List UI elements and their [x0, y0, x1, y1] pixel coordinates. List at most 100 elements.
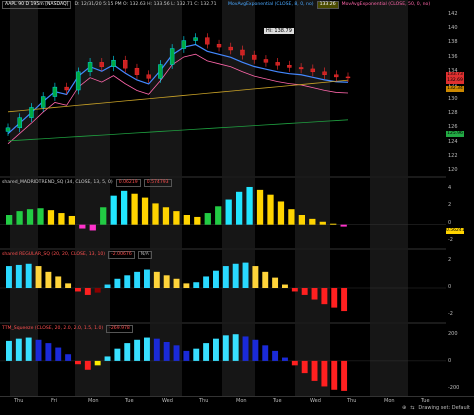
histogram-bar — [291, 288, 298, 292]
regular-sq-title[interactable]: shared REGULAR_SQ (20, 20, CLOSE, 13, 10… — [2, 252, 105, 258]
candle-body — [275, 62, 280, 66]
session-shade — [370, 250, 408, 322]
histogram-bar — [242, 336, 249, 361]
session-shade — [295, 0, 330, 176]
histogram-bar — [319, 221, 326, 225]
histogram-bar — [331, 288, 338, 308]
axis-tick-label: 0 — [448, 219, 452, 226]
candle-body — [345, 76, 351, 79]
histogram-bar — [282, 284, 288, 288]
histogram-bar — [330, 223, 337, 225]
histogram-bar — [75, 288, 81, 292]
price-badge: 125.96 — [446, 131, 464, 137]
histogram-bar — [246, 186, 253, 225]
candle-body — [29, 107, 34, 118]
histogram-bar — [25, 337, 32, 361]
price-pane: AAPL 90 D 195m [NASDAQ] D: 12/31/20 5:15… — [0, 0, 474, 176]
ma-slow-label[interactable]: MovAvgExponential (CLOSE, 50, 0, no) — [342, 2, 431, 8]
ttm-axis[interactable]: 200 0 -200 — [446, 324, 474, 396]
histogram-bar — [121, 190, 128, 225]
histogram-bar — [6, 215, 13, 225]
histogram-bar — [321, 288, 328, 305]
pan-icon[interactable]: ⇆ — [410, 405, 414, 411]
candle-body — [181, 40, 187, 49]
histogram-bar — [68, 215, 75, 225]
histogram-bar — [45, 343, 52, 361]
histogram-bar — [134, 271, 141, 288]
histogram-bar — [114, 278, 121, 288]
candle-body — [76, 71, 81, 91]
histogram-bar — [163, 275, 170, 288]
price-chart[interactable] — [0, 0, 446, 176]
histogram-bar — [203, 343, 210, 361]
histogram-bar — [203, 276, 210, 288]
axis-tick-label: 0 — [448, 358, 452, 364]
axis-tick-label: 2 — [448, 257, 452, 263]
histogram-bar — [288, 209, 295, 225]
zoom-icon[interactable]: ⊕ — [402, 405, 406, 411]
ttm-header: TTM_Squeeze (CLOSE, 20, 2.0, 2.0, 1.5, 1… — [2, 325, 133, 333]
candle-body — [111, 59, 116, 67]
time-axis-label: Wed — [310, 398, 321, 404]
histogram-bar — [124, 343, 131, 361]
histogram-bar — [183, 215, 190, 225]
histogram-bar — [232, 334, 239, 361]
histogram-bar — [298, 215, 305, 225]
candle-body — [52, 86, 58, 97]
histogram-bar — [58, 213, 65, 225]
histogram-bar — [282, 357, 288, 361]
ttm-chart[interactable] — [0, 324, 446, 396]
histogram-bar — [204, 213, 211, 225]
madrid-title[interactable]: shared_MADRIDTREND_SQ (34, CLOSE, 13, 5,… — [2, 180, 113, 186]
axis-tick-label: 120 — [448, 167, 458, 173]
regular-sq-value-2: N/A — [137, 251, 152, 259]
candle-body — [287, 65, 292, 68]
regular-sq-pane: shared REGULAR_SQ (20, 20, CLOSE, 13, 10… — [0, 250, 474, 322]
histogram-bar — [193, 282, 200, 288]
histogram-bar — [144, 337, 150, 361]
madrid-axis[interactable]: 4 2 0 -2 — [446, 178, 474, 248]
madrid-value-1: 0.06219 — [115, 179, 141, 187]
time-axis-label: Thu — [347, 398, 357, 404]
candle-body — [64, 86, 69, 91]
madrid-chart[interactable] — [0, 178, 446, 248]
histogram-bar — [252, 266, 259, 288]
axis-tick-label: -200 — [448, 385, 460, 391]
ttm-title[interactable]: TTM_Squeeze (CLOSE, 20, 2.0, 2.0, 1.5, 1… — [2, 326, 103, 332]
histogram-bar — [35, 339, 42, 361]
candle-body — [228, 46, 233, 51]
histogram-bar — [194, 216, 201, 225]
histogram-bar — [45, 271, 52, 288]
price-badge: 132.69 — [446, 78, 464, 84]
drawing-set-label[interactable]: Drawing set: Default — [418, 405, 470, 411]
candle-body — [263, 59, 269, 63]
session-shade — [222, 0, 255, 176]
candle-body — [169, 48, 175, 65]
hi-label: Hi: 138.79 — [264, 28, 294, 34]
time-axis-label: Mon — [88, 398, 99, 404]
regular-sq-axis[interactable]: 2 0 -2 — [446, 250, 474, 322]
histogram-bar — [124, 275, 131, 288]
symbol-label[interactable]: AAPL 90 D 195m [NASDAQ] — [2, 1, 72, 9]
histogram-bar — [272, 350, 279, 361]
histogram-bar — [225, 199, 232, 225]
axis-tick-label: 4 — [448, 185, 452, 191]
histogram-bar — [26, 209, 34, 225]
histogram-bar — [84, 360, 91, 370]
ma-fast-value: 133.26 — [316, 1, 339, 9]
regular-sq-chart[interactable] — [0, 250, 446, 322]
axis-tick-label: 142 — [448, 11, 458, 17]
histogram-bar — [6, 340, 12, 361]
ma-fast-label[interactable]: MovAvgExponential (CLOSE, 8, 0, no) — [228, 2, 314, 8]
session-shade — [370, 0, 408, 176]
axis-tick-label: 126 — [448, 124, 458, 131]
histogram-bar — [291, 360, 298, 366]
histogram-bar — [236, 191, 243, 225]
session-shade — [295, 250, 330, 322]
histogram-bar — [134, 339, 141, 361]
histogram-bar — [163, 342, 170, 361]
histogram-bar — [65, 354, 72, 361]
histogram-bar — [277, 201, 285, 225]
session-shade — [10, 178, 38, 248]
axis-tick-label: -2 — [448, 237, 453, 243]
